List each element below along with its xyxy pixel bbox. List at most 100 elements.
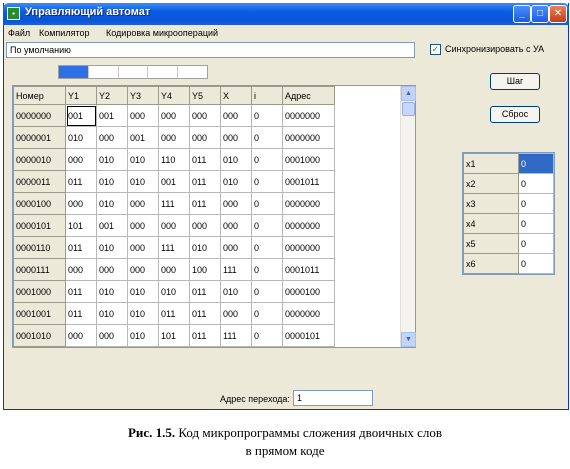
table-cell[interactable]: 010: [96, 170, 128, 193]
column-header[interactable]: Y1: [65, 86, 97, 105]
table-cell[interactable]: 000: [96, 324, 128, 347]
minimize-button[interactable]: _: [513, 5, 531, 23]
table-cell[interactable]: 111: [158, 236, 190, 259]
table-cell[interactable]: 010: [96, 280, 128, 303]
table-cell[interactable]: 000: [127, 104, 159, 127]
table-cell[interactable]: 0: [251, 214, 283, 237]
row-number-cell[interactable]: 0001011: [13, 346, 66, 347]
column-header[interactable]: Номер: [13, 86, 66, 105]
table-cell[interactable]: 0000100: [282, 280, 335, 303]
scroll-up-arrow-icon[interactable]: ▲: [401, 86, 416, 101]
table-cell[interactable]: 000: [220, 302, 252, 325]
table-cell[interactable]: 0: [251, 170, 283, 193]
table-cell[interactable]: 000: [65, 148, 97, 171]
table-cell[interactable]: 000: [158, 214, 190, 237]
table-cell[interactable]: 011: [158, 302, 190, 325]
table-cell[interactable]: 000: [65, 192, 97, 215]
table-cell[interactable]: 0000000: [282, 126, 335, 149]
table-cell[interactable]: 000: [220, 346, 252, 347]
table-cell[interactable]: 001: [127, 126, 159, 149]
table-cell[interactable]: 0: [251, 258, 283, 281]
column-header[interactable]: Y5: [189, 86, 221, 105]
table-cell[interactable]: 0001011: [282, 258, 335, 281]
table-cell[interactable]: 000: [189, 346, 221, 347]
table-cell[interactable]: 010: [220, 280, 252, 303]
table-cell[interactable]: 010: [96, 236, 128, 259]
table-cell[interactable]: 010: [220, 148, 252, 171]
table-cell[interactable]: 010: [65, 126, 97, 149]
table-cell[interactable]: 0: [251, 236, 283, 259]
x-input-value[interactable]: 0: [518, 153, 554, 174]
table-cell[interactable]: 011: [189, 170, 221, 193]
table-cell[interactable]: 001: [96, 104, 128, 127]
table-cell[interactable]: 101: [65, 214, 97, 237]
table-cell[interactable]: 010: [189, 236, 221, 259]
table-cell[interactable]: 000: [127, 346, 159, 347]
mode-field[interactable]: По умолчанию: [6, 42, 415, 58]
table-cell[interactable]: 111: [65, 346, 97, 347]
menu-microop-encoding[interactable]: Кодировка микроопераций: [106, 28, 218, 38]
table-scrollbar[interactable]: ▲ ▼: [400, 86, 416, 347]
table-cell[interactable]: 0000000: [282, 236, 335, 259]
table-cell[interactable]: 010: [127, 170, 159, 193]
table-cell[interactable]: 011: [189, 324, 221, 347]
column-header[interactable]: Y3: [127, 86, 159, 105]
step-button[interactable]: Шаг: [490, 73, 540, 90]
table-cell[interactable]: 0000000: [282, 346, 335, 347]
table-cell[interactable]: 010: [158, 280, 190, 303]
close-button[interactable]: ✕: [549, 5, 567, 23]
table-cell[interactable]: 011: [189, 192, 221, 215]
table-cell[interactable]: 000: [158, 126, 190, 149]
table-cell[interactable]: 000: [220, 104, 252, 127]
row-number-cell[interactable]: 0000001: [13, 126, 66, 149]
table-cell[interactable]: 011: [65, 236, 97, 259]
table-cell[interactable]: 011: [65, 302, 97, 325]
column-header[interactable]: Y2: [96, 86, 128, 105]
table-cell[interactable]: 010: [127, 324, 159, 347]
table-cell[interactable]: 000: [220, 236, 252, 259]
row-number-cell[interactable]: 0000100: [13, 192, 66, 215]
table-cell[interactable]: 0001000: [282, 148, 335, 171]
table-cell[interactable]: 000: [158, 258, 190, 281]
table-cell[interactable]: 011: [65, 170, 97, 193]
jump-address-field[interactable]: 1: [293, 390, 373, 406]
column-header[interactable]: X: [220, 86, 252, 105]
table-cell[interactable]: 000: [220, 214, 252, 237]
x-input-value[interactable]: 0: [518, 233, 554, 254]
table-cell[interactable]: 0: [251, 346, 283, 347]
table-cell[interactable]: 000: [127, 214, 159, 237]
table-cell[interactable]: 000: [65, 324, 97, 347]
table-cell[interactable]: 0000000: [282, 104, 335, 127]
table-cell[interactable]: 101: [158, 324, 190, 347]
table-cell[interactable]: 111: [220, 258, 252, 281]
x-input-value[interactable]: 0: [518, 213, 554, 234]
table-cell[interactable]: 0: [251, 148, 283, 171]
row-number-cell[interactable]: 0001001: [13, 302, 66, 325]
table-cell[interactable]: 000: [65, 258, 97, 281]
table-cell[interactable]: 0: [251, 192, 283, 215]
table-cell[interactable]: 0: [251, 280, 283, 303]
table-cell[interactable]: 110: [158, 148, 190, 171]
row-number-cell[interactable]: 0000110: [13, 236, 66, 259]
maximize-button[interactable]: □: [531, 5, 549, 23]
table-cell[interactable]: 000: [189, 104, 221, 127]
x-input-value[interactable]: 0: [518, 193, 554, 214]
table-cell[interactable]: 0001011: [282, 170, 335, 193]
table-cell[interactable]: 011: [189, 302, 221, 325]
row-number-cell[interactable]: 0000000: [13, 104, 66, 127]
row-number-cell[interactable]: 0000111: [13, 258, 66, 281]
table-cell[interactable]: 010: [220, 170, 252, 193]
table-cell[interactable]: 000: [96, 346, 128, 347]
table-cell[interactable]: 0000101: [282, 324, 335, 347]
table-cell[interactable]: 0: [251, 126, 283, 149]
table-cell[interactable]: 000: [127, 236, 159, 259]
table-cell[interactable]: 010: [96, 192, 128, 215]
table-cell[interactable]: 111: [158, 192, 190, 215]
table-cell[interactable]: 0: [251, 104, 283, 127]
table-cell[interactable]: 011: [189, 280, 221, 303]
table-cell[interactable]: 100: [189, 258, 221, 281]
table-cell[interactable]: 0000000: [282, 214, 335, 237]
table-cell[interactable]: 001: [96, 214, 128, 237]
table-cell[interactable]: 001: [65, 104, 97, 127]
row-number-cell[interactable]: 0001000: [13, 280, 66, 303]
